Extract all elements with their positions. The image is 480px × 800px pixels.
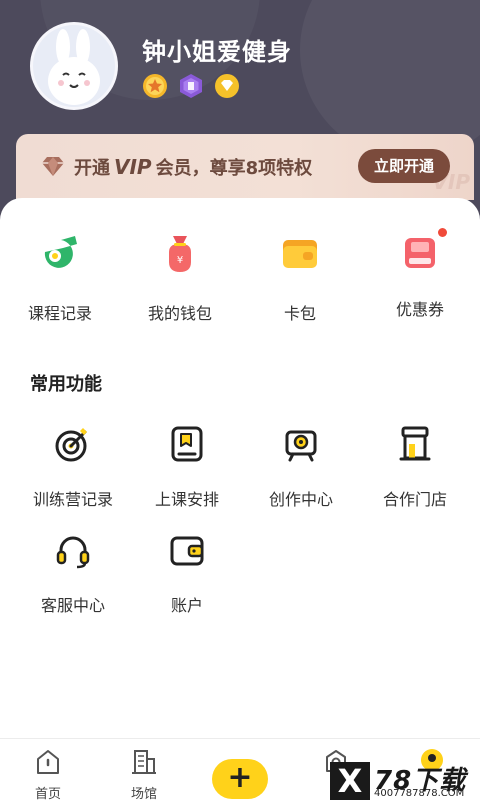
function-label: 客服中心 [40, 596, 105, 615]
vip-brand: VIP [114, 155, 152, 179]
schedule-icon [171, 426, 203, 462]
tab-venues[interactable]: 场馆 [96, 739, 192, 800]
creation-center-item[interactable]: 创作中心 [244, 424, 358, 530]
diamond-icon [42, 157, 64, 176]
store-icon [399, 426, 431, 461]
headset-icon [56, 536, 90, 569]
quick-label: 我的钱包 [147, 304, 212, 323]
function-label: 上课安排 [154, 490, 219, 509]
quick-label: 卡包 [283, 304, 316, 323]
tab-add[interactable]: + [192, 739, 288, 800]
vip-banner[interactable]: 开通 VIP 会员，尊享8项特权 VIP 立即开通 [16, 134, 474, 200]
customer-service-item[interactable]: 客服中心 [16, 530, 130, 636]
coupon-icon [405, 238, 435, 268]
camera-icon [285, 430, 317, 462]
card-wallet-icon [283, 240, 317, 268]
quick-label: 课程记录 [27, 304, 92, 323]
vip-promo-text: 开通 VIP 会员，尊享8项特权 [74, 154, 312, 180]
coupon-icon-wrap [397, 228, 447, 276]
tab-home[interactable]: 首页 [0, 739, 96, 800]
vip-suffix: 会员，尊享8项特权 [155, 158, 313, 179]
class-schedule-item[interactable]: 上课安排 [130, 424, 244, 530]
badge-list [141, 72, 241, 100]
tab-label: 场馆 [130, 787, 157, 800]
function-row: 训练营记录 上课安排 创作中心 合作门店 [0, 424, 480, 530]
watermark-url: 4007787878.COM [374, 788, 465, 799]
whistle-icon [44, 236, 77, 268]
card-wallet-item[interactable]: 卡包 [240, 230, 360, 324]
watermark-logo: X [330, 762, 370, 800]
gold-diamond-badge-icon[interactable] [213, 72, 241, 100]
function-label: 创作中心 [268, 490, 333, 509]
target-icon [55, 428, 87, 462]
my-wallet-item[interactable]: ¥ 我的钱包 [120, 230, 240, 324]
function-row: 客服中心 账户 [0, 530, 480, 636]
coupon-item[interactable]: 优惠券 [360, 228, 480, 324]
svg-text:¥: ¥ [177, 255, 183, 266]
building-icon [132, 750, 156, 774]
tab-label: 首页 [34, 787, 61, 800]
course-records-item[interactable]: 课程记录 [0, 230, 120, 324]
money-bag-icon: ¥ [169, 236, 191, 272]
function-label: 合作门店 [382, 490, 447, 509]
function-label: 账户 [170, 596, 203, 615]
partner-stores-item[interactable]: 合作门店 [358, 424, 472, 530]
account-item[interactable]: 账户 [130, 530, 244, 636]
profile-header: 钟小姐爱健身 开通 VIP 会员，尊享8项特权 VIP 立即开通 [0, 0, 480, 230]
open-vip-button[interactable]: 立即开通 [358, 149, 450, 183]
home-icon [37, 750, 59, 774]
quick-label: 优惠券 [395, 300, 444, 319]
function-label: 训练营记录 [32, 490, 113, 509]
notification-dot [438, 228, 447, 237]
section-title: 常用功能 [30, 374, 102, 395]
avatar[interactable] [30, 22, 118, 110]
training-camp-records-item[interactable]: 训练营记录 [16, 424, 130, 530]
star-medal-icon[interactable] [141, 72, 169, 100]
purple-hex-badge-icon[interactable] [177, 72, 205, 100]
plus-icon[interactable]: + [212, 759, 268, 799]
site-watermark: X 78下载 4007787878.COM [330, 762, 480, 800]
username: 钟小姐爱健身 [142, 38, 292, 66]
wallet-icon [170, 536, 204, 566]
vip-prefix: 开通 [74, 158, 110, 179]
function-grid: 训练营记录 上课安排 创作中心 合作门店 客服中心 账户 [0, 424, 480, 636]
quick-actions: 课程记录 ¥ 我的钱包 卡包 优惠券 [0, 228, 480, 324]
menu-card: 课程记录 ¥ 我的钱包 卡包 优惠券 常用功能 训练营记录 上课安排 创作中心 … [0, 198, 480, 738]
